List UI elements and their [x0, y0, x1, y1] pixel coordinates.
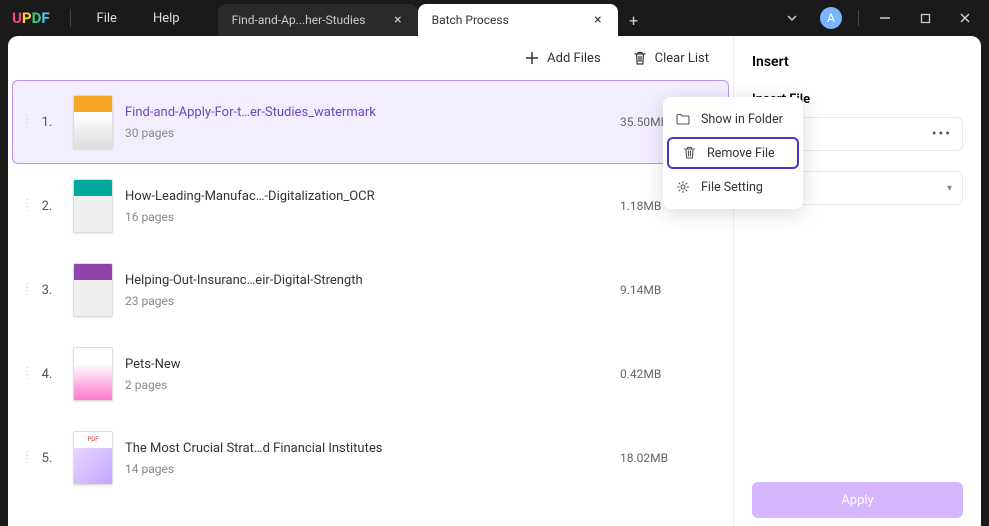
chevron-down-icon[interactable]: [776, 6, 808, 30]
tab-label: Find-and-Ap...her-Studies: [232, 13, 366, 27]
row-number: 1.: [33, 115, 61, 130]
minimize-button[interactable]: [867, 4, 903, 32]
panel-title: Insert: [752, 54, 963, 70]
drag-handle-icon[interactable]: ⋮⋮: [21, 454, 33, 462]
file-list: ⋮⋮ 1. Find-and-Apply-For-t…er-Studies_wa…: [8, 80, 733, 526]
file-row[interactable]: ⋮⋮ 5. PDF The Most Crucial Strat…d Finan…: [12, 416, 729, 500]
file-size: 9.14MB: [620, 283, 720, 297]
close-button[interactable]: [947, 4, 983, 32]
row-number: 2.: [33, 199, 61, 214]
file-thumbnail: [73, 95, 113, 149]
apply-button[interactable]: Apply: [752, 482, 963, 518]
ctx-file-setting[interactable]: File Setting: [663, 171, 803, 203]
menu-file[interactable]: File: [79, 11, 135, 26]
plus-icon: [525, 51, 539, 65]
drag-handle-icon[interactable]: ⋮⋮: [21, 118, 33, 126]
file-row[interactable]: ⋮⋮ 2. How-Leading-Manufac…-Digitalizatio…: [12, 164, 729, 248]
file-pages: 2 pages: [125, 378, 620, 392]
user-avatar[interactable]: A: [820, 7, 842, 29]
file-pages: 16 pages: [125, 210, 620, 224]
row-number: 4.: [33, 367, 61, 382]
drag-handle-icon[interactable]: ⋮⋮: [21, 370, 33, 378]
file-name: The Most Crucial Strat…d Financial Insti…: [125, 441, 620, 456]
trash-icon: [633, 51, 647, 66]
file-pages: 14 pages: [125, 462, 620, 476]
titlebar: UPDF File Help Find-and-Ap...her-Studies…: [0, 0, 989, 36]
file-thumbnail: PDF: [73, 431, 113, 485]
file-pages: 23 pages: [125, 294, 620, 308]
file-toolbar: Add Files Clear List: [8, 36, 733, 80]
main-window: Add Files Clear List ⋮⋮ 1. Find-and-Appl…: [8, 36, 981, 526]
context-menu: Show in Folder Remove File File Setting: [663, 97, 803, 209]
ctx-remove-file[interactable]: Remove File: [667, 137, 799, 169]
tab-label: Batch Process: [432, 13, 509, 27]
file-row[interactable]: ⋮⋮ 4. Pets-New 2 pages 0.42MB: [12, 332, 729, 416]
add-files-button[interactable]: Add Files: [525, 51, 600, 66]
file-name: Pets-New: [125, 357, 620, 372]
file-size: 0.42MB: [620, 367, 720, 381]
drag-handle-icon[interactable]: ⋮⋮: [21, 286, 33, 294]
maximize-button[interactable]: [907, 4, 943, 32]
close-icon[interactable]: ×: [592, 12, 603, 28]
add-tab-button[interactable]: +: [618, 4, 650, 36]
menu-help[interactable]: Help: [135, 11, 198, 26]
trash-icon: [681, 146, 697, 160]
file-name: Helping-Out-Insuranc…eir-Digital-Strengt…: [125, 273, 620, 288]
file-name: Find-and-Apply-For-t…er-Studies_watermar…: [125, 105, 620, 120]
file-pages: 30 pages: [125, 126, 620, 140]
tab-batch-process[interactable]: Batch Process ×: [418, 4, 618, 36]
file-row[interactable]: ⋮⋮ 1. Find-and-Apply-For-t…er-Studies_wa…: [12, 80, 729, 164]
file-thumbnail: [73, 347, 113, 401]
folder-icon: [675, 113, 691, 125]
clear-list-button[interactable]: Clear List: [633, 51, 709, 66]
tab-strip: Find-and-Ap...her-Studies × Batch Proces…: [218, 0, 650, 36]
ctx-show-in-folder[interactable]: Show in Folder: [663, 103, 803, 135]
chevron-down-icon: ▾: [947, 183, 952, 194]
file-row[interactable]: ⋮⋮ 3. Helping-Out-Insuranc…eir-Digital-S…: [12, 248, 729, 332]
app-logo: UPDF: [0, 9, 62, 27]
gear-icon: [675, 180, 691, 194]
row-number: 3.: [33, 283, 61, 298]
file-panel: Add Files Clear List ⋮⋮ 1. Find-and-Appl…: [8, 36, 733, 526]
row-number: 5.: [33, 451, 61, 466]
close-icon[interactable]: ×: [392, 12, 403, 28]
file-thumbnail: [73, 179, 113, 233]
file-name: How-Leading-Manufac…-Digitalization_OCR: [125, 189, 620, 204]
tab-document[interactable]: Find-and-Ap...her-Studies ×: [218, 4, 418, 36]
file-size: 18.02MB: [620, 451, 720, 465]
file-thumbnail: [73, 263, 113, 317]
more-icon: •••: [932, 126, 952, 142]
drag-handle-icon[interactable]: ⋮⋮: [21, 202, 33, 210]
